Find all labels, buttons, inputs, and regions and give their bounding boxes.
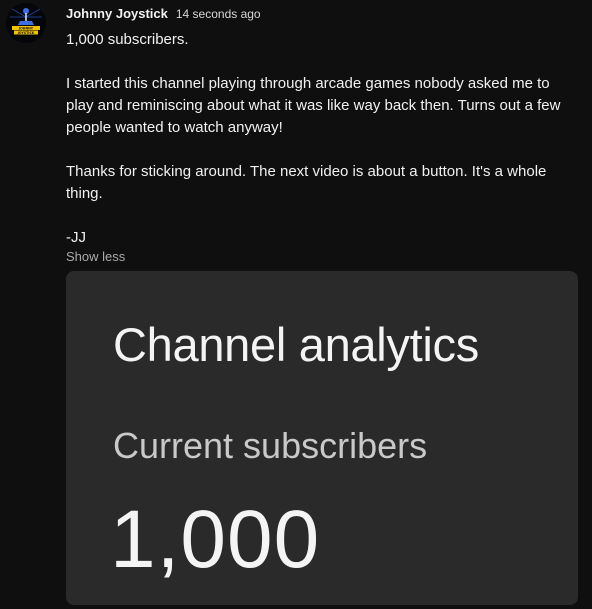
show-less-button[interactable]: Show less: [66, 249, 125, 264]
joystick-logo-icon: JOHNNY JOYSTICK: [6, 3, 46, 43]
analytics-card-image[interactable]: Channel analytics Current subscribers 1,…: [66, 271, 578, 605]
avatar[interactable]: JOHNNY JOYSTICK: [6, 3, 46, 43]
analytics-title: Channel analytics: [113, 318, 479, 371]
comment-timestamp[interactable]: 14 seconds ago: [176, 7, 261, 21]
comment-paragraph: 1,000 subscribers.: [66, 31, 189, 48]
svg-text:JOYSTICK: JOYSTICK: [17, 31, 35, 35]
svg-text:JOHNNY: JOHNNY: [18, 26, 34, 30]
comment-body: 1,000 subscribers. I started this channe…: [66, 29, 571, 249]
comment-paragraph: I started this channel playing through a…: [66, 75, 561, 136]
comment-header: Johnny Joystick 14 seconds ago: [66, 6, 261, 21]
author-name[interactable]: Johnny Joystick: [66, 6, 168, 21]
subscribers-label: Current subscribers: [113, 425, 428, 466]
comment-paragraph: Thanks for sticking around. The next vid…: [66, 163, 547, 202]
comment-signature: -JJ: [66, 229, 86, 246]
subscribers-count: 1,000: [110, 494, 321, 585]
